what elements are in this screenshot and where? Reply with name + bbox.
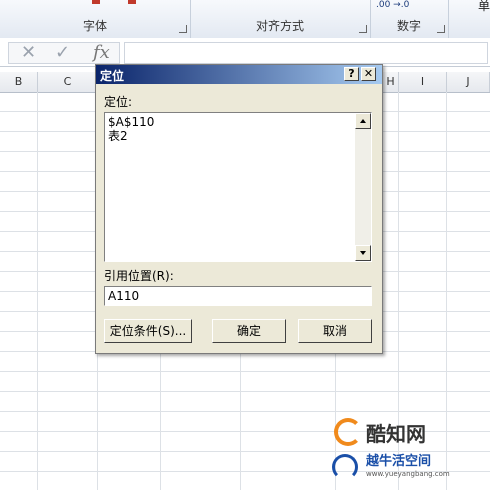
cancel-entry-icon[interactable]: ✕ [21, 44, 36, 62]
number-group: .00 →.0 数字 [370, 0, 449, 38]
special-button[interactable]: 定位条件(S)... [104, 319, 192, 343]
wifi-logo-icon [332, 454, 358, 480]
dialog-title: 定位 [100, 69, 125, 83]
font-group: 字体 [0, 0, 191, 38]
styles-button[interactable]: 单 [478, 0, 490, 14]
alignment-dialog-launcher-icon[interactable] [359, 25, 367, 33]
grid-line [37, 92, 38, 490]
ok-button[interactable]: 确定 [212, 319, 286, 343]
goto-listbox[interactable]: $A$110 表2 [104, 112, 372, 262]
column-header-b[interactable]: B [0, 72, 38, 92]
watermark-line2: 越牛活空间 [366, 454, 432, 469]
reference-label: 引用位置(R): [104, 269, 174, 283]
watermark-line1: 酷知网 [366, 422, 426, 446]
listbox-scrollbar[interactable] [355, 113, 371, 261]
help-button[interactable]: ? [344, 67, 359, 81]
alignment-group-label: 对齐方式 [255, 19, 304, 33]
scroll-up-icon[interactable] [355, 113, 371, 129]
reference-input[interactable] [104, 286, 372, 306]
goto-dialog: 定位 ? ✕ 定位: $A$110 表2 引用位置(R): 定位条件(S)...… [95, 64, 383, 354]
ribbon: 字体 对齐方式 .00 →.0 数字 单 [0, 0, 490, 39]
watermark-url: www.yueyangbang.com [366, 470, 450, 478]
decimal-buttons[interactable]: .00 →.0 [376, 0, 409, 10]
formula-input[interactable] [124, 42, 488, 64]
close-button[interactable]: ✕ [361, 67, 376, 81]
font-dialog-launcher-icon[interactable] [179, 25, 187, 33]
goto-label: 定位: [104, 95, 133, 109]
scroll-down-icon[interactable] [355, 245, 371, 261]
column-header-c[interactable]: C [38, 72, 98, 92]
swirl-logo-icon [334, 418, 362, 446]
column-header-j[interactable]: J [447, 72, 490, 92]
insert-function-icon[interactable]: fx [93, 42, 110, 63]
number-dialog-launcher-icon[interactable] [437, 25, 445, 33]
list-item[interactable]: 表2 [108, 129, 154, 143]
formula-bar-buttons: ✕ ✓ fx [8, 42, 120, 64]
font-group-label: 字体 [82, 19, 107, 33]
list-item[interactable]: $A$110 [108, 115, 154, 129]
column-header-h[interactable]: H [383, 72, 399, 92]
alignment-group: 对齐方式 [190, 0, 371, 38]
cancel-button[interactable]: 取消 [298, 319, 372, 343]
dialog-titlebar[interactable]: 定位 ? ✕ [96, 65, 382, 84]
enter-entry-icon[interactable]: ✓ [55, 44, 70, 62]
formula-bar: ✕ ✓ fx [0, 38, 490, 67]
watermark-logo: 酷知网 越牛活空间 www.yueyangbang.com [326, 416, 486, 486]
column-header-i[interactable]: I [399, 72, 447, 92]
